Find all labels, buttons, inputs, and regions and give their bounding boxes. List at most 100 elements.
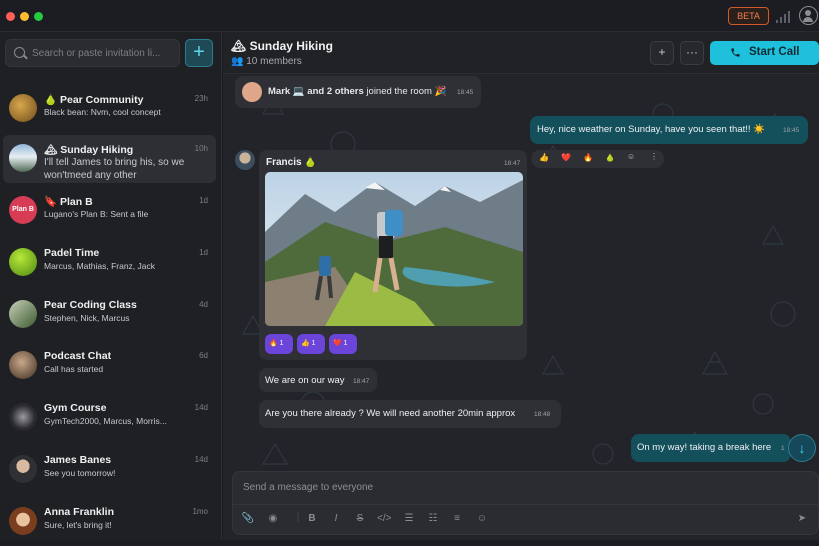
quote-icon[interactable]: ≡ xyxy=(450,513,464,524)
fire-icon: 🔥 xyxy=(269,340,278,347)
chat-main-panel: 🏔 Sunday Hiking 👥 10 members + ··· Start… xyxy=(223,32,819,540)
avatar xyxy=(9,403,37,431)
message-text: We are on our way xyxy=(265,375,345,386)
search-input[interactable]: Search or paste invitation li... xyxy=(5,39,180,67)
avatar xyxy=(242,82,262,102)
members-icon: 👥 xyxy=(231,56,247,67)
join-text: Mark 💻 and 2 others joined the room 🎉 xyxy=(268,86,446,97)
search-placeholder: Search or paste invitation li... xyxy=(32,48,161,59)
title-bar: BETA xyxy=(0,0,819,32)
toolbar-divider: | xyxy=(296,512,300,523)
chat-name: 🔖 Plan B xyxy=(44,196,93,208)
code-icon[interactable]: </> xyxy=(377,513,391,524)
avatar: Plan B xyxy=(9,196,37,224)
reaction-heart[interactable]: ❤️ 1 xyxy=(329,334,357,354)
pear-react-icon[interactable]: 🍐 xyxy=(605,153,615,162)
chat-preview: I'll tell James to bring his, so we won'… xyxy=(44,157,185,181)
start-call-label: Start Call xyxy=(749,46,800,58)
chat-item-anna-franklin[interactable]: Anna Franklin Sure, let's bring it! 1mo xyxy=(3,498,216,546)
minimize-window-button[interactable] xyxy=(20,12,29,21)
message-bubble-incoming-photo[interactable]: Francis 🍐 18:47 🔥 1 👍 1 ❤️ 1 xyxy=(259,150,527,360)
bold-icon[interactable]: B xyxy=(305,513,319,524)
chat-item-padel-time[interactable]: Padel Time Marcus, Mathias, Franz, Jack … xyxy=(3,239,216,287)
chat-time: 1d xyxy=(199,196,208,205)
message-bubble-incoming[interactable]: We are on our way 18:47 xyxy=(259,368,377,392)
reaction-thumbs-up[interactable]: 👍 1 xyxy=(297,334,325,354)
add-user-icon: + xyxy=(658,45,666,59)
message-bubble-incoming[interactable]: Are you there already ? We will need ano… xyxy=(259,400,561,428)
chat-preview: Black bean: Nvm, cool concept xyxy=(44,107,161,117)
avatar xyxy=(235,150,255,170)
fire-react-icon[interactable]: 🔥 xyxy=(583,153,593,162)
message-input[interactable]: Send a message to everyone xyxy=(243,482,373,493)
heart-react-icon[interactable]: ❤️ xyxy=(561,153,571,162)
chat-header: 🏔 Sunday Hiking 👥 10 members + ··· Start… xyxy=(223,32,819,74)
chat-item-james-banes[interactable]: James Banes See you tomorrow! 14d xyxy=(3,446,216,494)
more-options-button[interactable]: ··· xyxy=(680,41,704,65)
chat-item-pear-community[interactable]: 🍐 Pear Community Black bean: Nvm, cool c… xyxy=(3,85,216,133)
message-time: 18:48 xyxy=(534,411,551,418)
thumbs-up-react-icon[interactable]: 👍 xyxy=(539,153,549,162)
strikethrough-icon[interactable]: S xyxy=(353,513,367,524)
message-time: 1 xyxy=(781,445,785,452)
join-notice: Mark 💻 and 2 others joined the room 🎉 18… xyxy=(235,76,481,108)
bullet-list-icon[interactable]: ☷ xyxy=(426,513,440,524)
avatar xyxy=(9,507,37,535)
avatar xyxy=(9,455,37,483)
avatar xyxy=(9,144,37,172)
signal-icon xyxy=(776,10,792,23)
italic-icon[interactable]: I xyxy=(329,513,343,524)
chat-item-gym-course[interactable]: Gym Course GymTech2000, Marcus, Morris..… xyxy=(3,394,216,442)
message-bubble-outgoing[interactable]: On my way! taking a break here 1 xyxy=(631,434,791,462)
member-count[interactable]: 👥 10 members xyxy=(231,56,302,67)
chat-time: 1d xyxy=(199,248,208,257)
message-time: 18:45 xyxy=(783,127,800,134)
chat-time: 1mo xyxy=(192,507,208,516)
phone-icon xyxy=(731,48,740,57)
chat-item-plan-b[interactable]: Plan B 🔖 Plan B Lugano's Plan B: Sent a … xyxy=(3,187,216,235)
chat-name: 🏔 Sunday Hiking xyxy=(44,144,134,156)
reaction-fire[interactable]: 🔥 1 xyxy=(265,334,293,354)
chat-item-pear-coding-class[interactable]: Pear Coding Class Stephen, Nick, Marcus … xyxy=(3,291,216,339)
gif-icon[interactable]: ◉ xyxy=(266,513,280,524)
message-text: Are you there already ? We will need ano… xyxy=(265,408,516,419)
join-user-name: Mark xyxy=(268,86,291,97)
more-icon: ··· xyxy=(686,45,698,59)
more-actions-icon[interactable]: ⋮ xyxy=(650,152,658,161)
attach-icon[interactable]: 📎 xyxy=(241,513,255,524)
join-rest: joined the room 🎉 xyxy=(366,86,447,97)
members-label: 10 members xyxy=(246,56,302,67)
avatar xyxy=(9,94,37,122)
send-icon[interactable]: ➤ xyxy=(795,513,809,524)
scroll-to-bottom-button[interactable]: ↓ xyxy=(788,434,816,462)
chat-preview: See you tomorrow! xyxy=(44,468,116,478)
chat-preview: Stephen, Nick, Marcus xyxy=(44,313,130,323)
message-bubble-outgoing[interactable]: Hey, nice weather on Sunday, have you se… xyxy=(530,116,808,144)
chat-preview: Marcus, Mathias, Franz, Jack xyxy=(44,261,156,271)
message-composer[interactable]: Send a message to everyone 📎 ◉ | B I S <… xyxy=(232,471,819,535)
close-window-button[interactable] xyxy=(6,12,15,21)
add-member-button[interactable]: + xyxy=(650,41,674,65)
chat-time: 23h xyxy=(194,94,208,103)
avatar xyxy=(9,300,37,328)
emoji-picker-icon[interactable]: ☺ xyxy=(627,152,635,161)
chat-item-sunday-hiking[interactable]: 🏔 Sunday Hiking I'll tell James to bring… xyxy=(3,135,216,183)
search-icon xyxy=(14,47,25,58)
reaction-count: 1 xyxy=(279,340,284,347)
ordered-list-icon[interactable]: ☰ xyxy=(402,513,416,524)
maximize-window-button[interactable] xyxy=(34,12,43,21)
hiking-photo[interactable] xyxy=(265,172,523,326)
heart-icon: ❤️ xyxy=(333,340,342,347)
chat-name: Podcast Chat xyxy=(44,350,112,362)
reaction-count: 1 xyxy=(343,340,348,347)
chat-preview: Sure, let's bring it! xyxy=(44,520,112,530)
chat-time: 14d xyxy=(194,455,208,464)
user-profile-icon[interactable] xyxy=(799,6,818,25)
chat-preview: Call has started xyxy=(44,364,104,374)
chat-item-podcast-chat[interactable]: Podcast Chat Call has started 6d xyxy=(3,342,216,390)
new-chat-button[interactable]: + xyxy=(185,39,213,67)
emoji-icon[interactable]: ☺ xyxy=(475,513,489,524)
arrow-down-icon: ↓ xyxy=(798,440,806,456)
start-call-button[interactable]: Start Call xyxy=(710,41,819,65)
message-text: Hey, nice weather on Sunday, have you se… xyxy=(537,124,765,135)
